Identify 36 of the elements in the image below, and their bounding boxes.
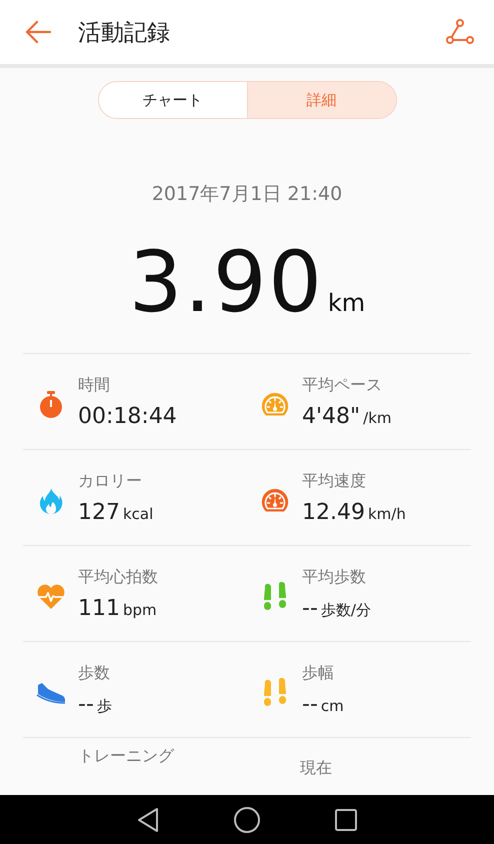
metric-label: 現在 — [300, 758, 332, 777]
metric-unit: 歩数/分 — [320, 600, 371, 620]
metric-label: 平均速度 — [302, 470, 367, 492]
metric-unit: 歩 — [96, 696, 112, 716]
metric-unit: kcal — [123, 504, 154, 522]
activity-date: 2017年7月1日 21:40 — [152, 182, 342, 207]
metric-label: トレーニング — [78, 746, 174, 765]
metric-unit: /km — [363, 408, 392, 426]
metric-value: -- — [302, 596, 318, 620]
tab[interactable]: チャート — [98, 82, 246, 118]
metric-label: 平均歩数 — [302, 566, 367, 588]
metric-value: 00:18:44 — [78, 404, 177, 428]
recents-nav-icon[interactable] — [334, 808, 358, 832]
back-arrow-icon — [24, 20, 52, 44]
metric-unit: km/h — [368, 504, 406, 522]
metric-value: 12.49 — [302, 500, 365, 524]
metric-value: 127 — [78, 500, 120, 524]
route-button[interactable] — [444, 17, 476, 47]
distance-unit: km — [328, 289, 366, 317]
metric-label: 歩幅 — [302, 662, 335, 684]
metric-label: 歩数 — [78, 662, 111, 684]
metric-value: 4'48" — [302, 404, 360, 428]
metric-value: 111 — [78, 596, 120, 620]
metric-value: -- — [78, 692, 94, 716]
metric-unit: bpm — [123, 600, 157, 618]
metric-label: 平均ペース — [302, 374, 383, 396]
metric-label: 時間 — [78, 374, 111, 396]
metric-value: -- — [302, 692, 318, 716]
metric-label: 平均心拍数 — [78, 566, 158, 588]
metric-unit: cm — [320, 696, 344, 714]
distance-value: 3.90 — [128, 233, 324, 331]
home-nav-icon[interactable] — [232, 806, 261, 834]
route-icon — [446, 19, 474, 45]
screen-title: 活動記録 — [78, 18, 171, 48]
back-nav-icon[interactable] — [136, 806, 160, 832]
metric-label: カロリー — [78, 470, 143, 492]
